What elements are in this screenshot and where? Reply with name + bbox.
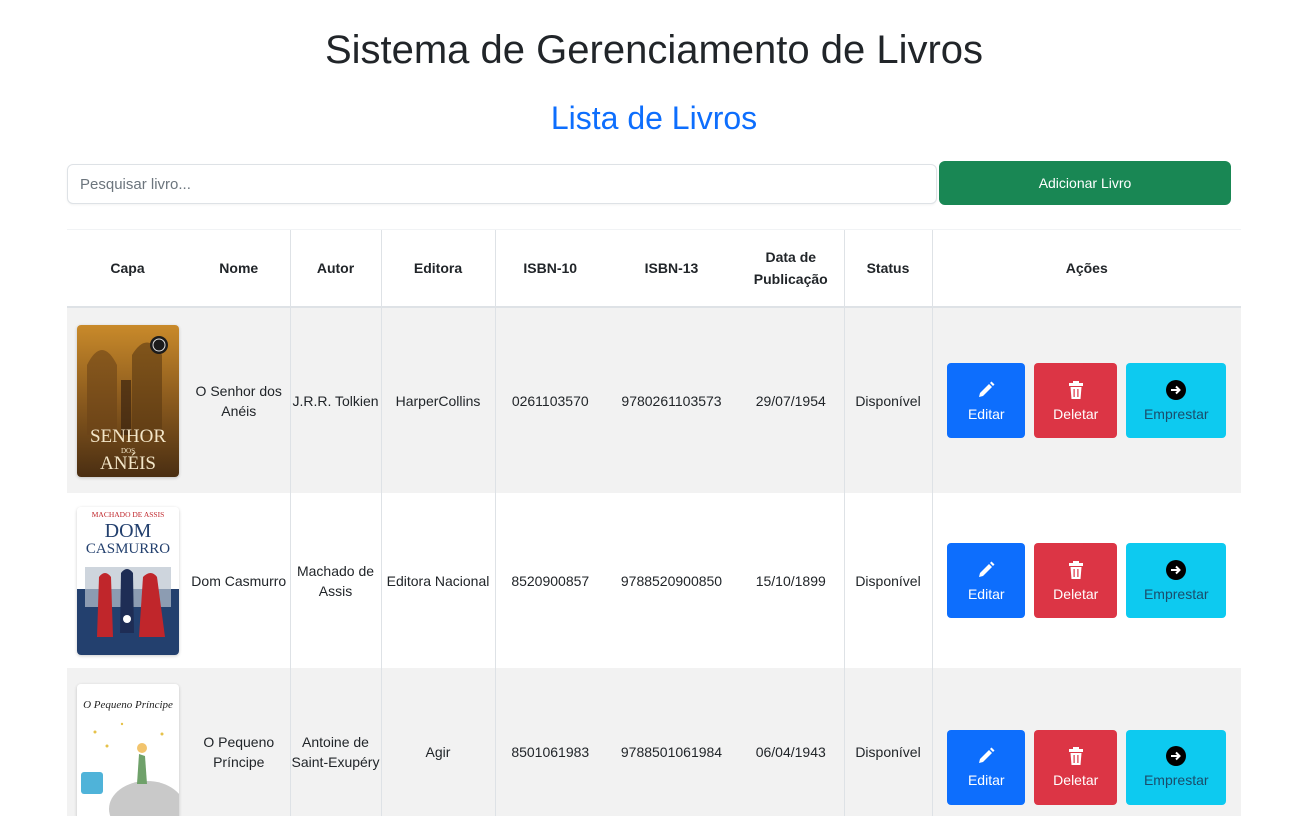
column-header-name: Nome [188,229,290,308]
lend-button-label: Emprestar [1143,405,1209,422]
cover-author: MACHADO DE ASSIS [91,510,164,519]
book-isbn13: 9780261103573 [621,392,722,409]
delete-button[interactable]: Deletar [1034,543,1118,618]
edit-button-label: Editar [967,772,1005,788]
trash-icon [1068,747,1083,765]
edit-button[interactable]: Editar [947,363,1026,438]
book-status: Disponível [843,493,932,668]
column-header-publication-date: Data de Publicação [738,229,844,308]
delete-button-label: Deletar [1053,585,1099,602]
books-table: Capa Nome Autor Editora ISBN-10 ISBN-13 … [67,229,1241,816]
book-publication-date: 15/10/1899 [755,572,826,589]
actions-cell: Editar Deletar Emprestar [931,668,1241,816]
page: Sistema de Gerenciamento de Livros Lista… [0,0,1308,816]
pencil-icon [979,747,995,763]
lend-button[interactable]: Emprestar [1126,729,1227,805]
delete-button-label: Deletar [1053,772,1099,788]
book-isbn10: 8520900857 [494,493,605,668]
cover-title-line1: SENHOR [89,426,165,447]
book-name: Dom Casmurro [191,572,287,589]
book-author: Machado de Assis [289,493,381,668]
lend-button-label: Emprestar [1143,772,1209,788]
cover-title: O Pequeno Príncipe [83,699,173,711]
trash-icon [1068,380,1083,399]
table-row: SENHOR DOS ANÉIS O Senhor dos Anéis J.R.… [67,307,1241,493]
book-publisher: Agir [380,668,495,816]
column-header-cover: Capa [67,229,188,308]
book-isbn13: 9788520900850 [620,572,723,589]
cover-cell: O Pequeno Príncipe [67,668,188,816]
column-header-isbn13: ISBN-13 [605,229,738,308]
lend-button-label: Emprestar [1143,585,1209,602]
cover-title-line2: CASMURRO [85,541,169,557]
cover-cell: SENHOR DOS ANÉIS [67,307,188,493]
book-cover-image: MACHADO DE ASSIS DOM CASMURRO [76,506,179,655]
book-cover-image: O Pequeno Príncipe [76,684,179,816]
book-isbn13: 9788501061984 [620,744,723,760]
delete-button[interactable]: Deletar [1034,363,1118,438]
list-title: Lista de Livros [550,100,758,136]
column-header-actions: Ações [931,229,1241,308]
edit-button[interactable]: Editar [947,729,1026,805]
trash-icon [1068,560,1083,579]
book-status: Disponível [843,668,932,816]
book-publication-date: 06/04/1943 [755,744,826,760]
add-book-button[interactable]: Adicionar Livro [939,161,1231,205]
book-name: O Senhor dos Anéis [195,382,282,419]
column-header-isbn10: ISBN-10 [494,229,605,308]
table-row: O Pequeno Príncipe O Pequeno Príncipe An… [67,668,1241,816]
edit-button-label: Editar [967,405,1005,422]
cover-title-line1: DOM [104,520,151,542]
page-title: Sistema de Gerenciamento de Livros [324,28,984,72]
arrow-circle-right-icon [1166,746,1187,766]
column-header-status: Status [843,229,932,308]
cover-cell: MACHADO DE ASSIS DOM CASMURRO [67,493,188,668]
edit-button-label: Editar [967,585,1005,602]
table-row: MACHADO DE ASSIS DOM CASMURRO Dom Casmur… [67,493,1241,668]
book-name: O Pequeno Príncipe [203,734,275,770]
lend-button[interactable]: Emprestar [1126,543,1227,618]
pencil-icon [979,381,995,397]
delete-button-label: Deletar [1053,405,1099,422]
book-status: Disponível [843,307,932,493]
book-publisher: Editora Nacional [380,493,495,668]
column-header-author: Autor [289,229,381,308]
arrow-circle-right-icon [1166,559,1187,580]
book-isbn10: 8501061983 [494,668,605,816]
edit-button[interactable]: Editar [947,543,1026,618]
actions-cell: Editar Deletar Emprestar [931,307,1241,493]
pencil-icon [979,561,995,577]
search-input[interactable] [67,164,937,204]
delete-button[interactable]: Deletar [1034,729,1118,805]
book-isbn10: 0261103570 [494,307,605,493]
actions-cell: Editar Deletar Emprestar [931,493,1241,668]
lend-button[interactable]: Emprestar [1126,363,1227,438]
cover-title-line3: ANÉIS [100,452,156,474]
book-author: Antoine de Saint-Exupéry [289,668,381,816]
arrow-circle-right-icon [1166,379,1187,400]
book-publication-date: 29/07/1954 [755,392,826,409]
book-publisher: HarperCollins [380,307,495,493]
table-header-row: Capa Nome Autor Editora ISBN-10 ISBN-13 … [67,229,1241,308]
column-header-publisher: Editora [380,229,495,308]
book-cover-image: SENHOR DOS ANÉIS [76,324,179,477]
book-author: J.R.R. Tolkien [289,307,381,493]
